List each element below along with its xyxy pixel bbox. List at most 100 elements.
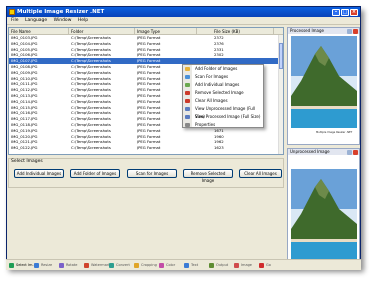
step-taskbar: Select Im... Resize Rotate Watermark Convert… (6, 259, 361, 270)
close-icon[interactable] (353, 149, 358, 155)
image-add-icon (185, 83, 190, 87)
taskbar-step[interactable]: Watermark (84, 262, 110, 269)
processed-caption: Multiple Image Resizer .NET (316, 131, 353, 134)
context-menu-item[interactable]: Add Folder of Images (183, 65, 263, 73)
close-button[interactable]: × (350, 8, 358, 16)
view-icon (185, 115, 190, 119)
minimize-button[interactable]: – (332, 8, 340, 16)
step-icon (134, 263, 139, 268)
context-menu-item[interactable]: Clear All Images (183, 97, 263, 105)
menu-file[interactable]: File (11, 18, 19, 23)
scan-icon (185, 75, 190, 79)
taskbar-step[interactable]: Resize (34, 262, 52, 269)
step-label: Image (241, 263, 252, 267)
context-menu-item[interactable]: View Unprocessed Image (Full Size) (183, 105, 263, 119)
clear-all-button[interactable]: Clear All Images (239, 169, 282, 178)
context-menu: Add Folder of Images Scan For Images Add I… (182, 64, 264, 128)
unprocessed-image-panel: Unprocessed Image (287, 148, 360, 265)
unprocessed-image-title: Unprocessed Image (288, 149, 359, 155)
step-label: Output (216, 263, 229, 267)
add-folder-button[interactable]: Add Folder of Images (70, 169, 120, 178)
processed-image (291, 36, 357, 128)
unprocessed-image-label: Unprocessed Image (290, 149, 330, 154)
taskbar-step[interactable]: Color (159, 262, 175, 269)
step-icon (109, 263, 114, 268)
processed-image-title: Processed Image (288, 28, 359, 34)
remove-icon (185, 91, 190, 95)
table-row[interactable]: IMG_0122.JPG C:\Temp\Screenshots JPEG Form… (9, 145, 283, 151)
step-label: Watermark (91, 263, 111, 267)
vertical-scrollbar[interactable] (278, 35, 283, 154)
clear-icon (185, 99, 190, 103)
context-menu-label: Properties (195, 122, 216, 127)
step-icon (84, 263, 89, 268)
taskbar-step[interactable]: Select Im... (9, 262, 36, 269)
step-label: Cropping (141, 263, 157, 267)
title-bar[interactable]: Multiple Image Resizer .NET – □ × (7, 7, 360, 17)
add-individual-images-button[interactable]: Add Individual Images (14, 169, 64, 178)
menu-window[interactable]: Window (54, 18, 72, 23)
taskbar-step[interactable]: Rotate (59, 262, 77, 269)
app-icon (9, 9, 15, 15)
view-icon (185, 107, 190, 111)
image-type-cell: JPEG Format (137, 145, 161, 151)
folder-add-icon (185, 67, 190, 71)
taskbar-step[interactable]: Output (209, 262, 228, 269)
menu-bar: File Language Window Help (7, 17, 360, 25)
step-label: Resize (41, 263, 53, 267)
column-header-type[interactable]: Image Type (137, 28, 197, 35)
context-menu-label: Scan For Images (195, 74, 229, 79)
taskbar-step[interactable]: Image (234, 262, 252, 269)
taskbar-step[interactable]: Text (184, 262, 198, 269)
step-icon (259, 263, 264, 268)
step-icon (234, 263, 239, 268)
pin-icon[interactable] (347, 28, 352, 34)
step-icon (159, 263, 164, 268)
step-icon (34, 263, 39, 268)
taskbar-step[interactable]: Cropping (134, 262, 157, 269)
step-label: Rotate (66, 263, 78, 267)
remove-selected-button[interactable]: Remove Selected Image (183, 169, 233, 183)
context-menu-label: Remove Selected Image (195, 90, 244, 95)
context-menu-item[interactable]: View Processed Image (Full Size) (183, 113, 263, 121)
close-icon[interactable] (353, 28, 358, 34)
step-icon (184, 263, 189, 268)
context-menu-label: Add Folder of Images (195, 66, 238, 71)
window-title: Multiple Image Resizer .NET (17, 9, 105, 15)
scrollbar-thumb[interactable] (279, 43, 283, 69)
main-window: Multiple Image Resizer .NET – □ × File L… (6, 6, 361, 268)
scan-images-button[interactable]: Scan for Images (127, 169, 177, 178)
unprocessed-image (291, 169, 357, 261)
processed-image-label: Processed Image (290, 28, 324, 33)
step-icon (9, 263, 14, 268)
taskbar-step[interactable]: Convert (109, 262, 130, 269)
step-label: Convert (116, 263, 130, 267)
context-menu-item[interactable]: Properties (183, 121, 263, 129)
context-menu-item[interactable]: Remove Selected Image (183, 89, 263, 97)
step-label: Go (266, 263, 271, 267)
step-label: Text (191, 263, 199, 267)
step-label: Color (166, 263, 176, 267)
step-icon (209, 263, 214, 268)
workspace-area (8, 190, 284, 268)
taskbar-step[interactable]: Go (259, 262, 271, 269)
column-header-folder[interactable]: Folder (71, 28, 135, 35)
folder-cell: C:\Temp\Screenshots (71, 145, 111, 151)
maximize-button[interactable]: □ (341, 8, 349, 16)
step-label: Select Im... (16, 263, 36, 267)
context-menu-label: Add Individual Images (195, 82, 240, 87)
pin-icon[interactable] (347, 149, 352, 155)
column-header-size[interactable]: File Size (KB) (214, 28, 274, 35)
file-name-cell: IMG_0122.JPG (11, 145, 38, 151)
context-menu-label: Clear All Images (195, 98, 228, 103)
menu-language[interactable]: Language (25, 18, 47, 23)
file-size-cell: 1623 (214, 145, 224, 151)
column-header-filename[interactable]: File Name (11, 28, 69, 35)
step-icon (59, 263, 64, 268)
processed-image-panel: Processed Image Multiple Image Resizer .… (287, 27, 360, 145)
context-menu-item[interactable]: Scan For Images (183, 73, 263, 81)
list-header: File Name Folder Image Type File Size (K… (9, 28, 283, 35)
context-menu-label: View Processed Image (Full Size) (195, 114, 261, 119)
context-menu-item[interactable]: Add Individual Images (183, 81, 263, 89)
menu-help[interactable]: Help (78, 18, 88, 23)
